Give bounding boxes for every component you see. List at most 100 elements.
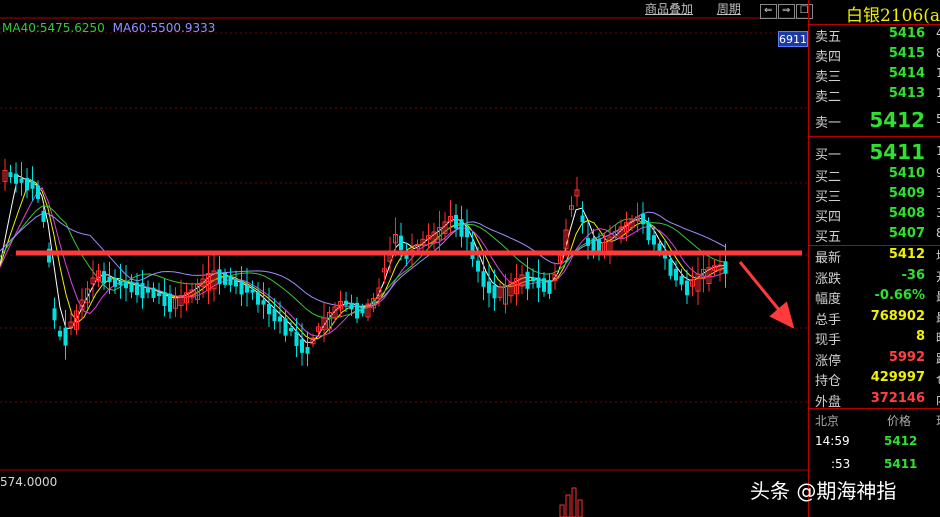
overlay-button[interactable]: 商品叠加 — [645, 2, 693, 16]
stat-value: 8 — [915, 329, 925, 344]
stat-extra: 跌 — [936, 350, 940, 367]
candle-body — [8, 172, 13, 178]
candle-body — [41, 210, 46, 222]
candle-body — [344, 300, 348, 305]
ma40-label: MA40:5475.6250 — [2, 21, 105, 35]
candle-body — [228, 276, 233, 285]
tick-price: 5411 — [884, 457, 918, 471]
ask-volume: 5 — [936, 112, 940, 126]
candle-body — [679, 276, 684, 285]
bid-row-5[interactable]: 买五 5407 8 — [809, 226, 940, 246]
candle-body — [267, 303, 271, 315]
ma-curve — [0, 211, 727, 307]
candle-body — [399, 235, 403, 251]
ask-label: 卖二 — [815, 90, 842, 105]
ask-row-4[interactable]: 卖四 5415 8 — [809, 46, 940, 66]
down-arrow — [738, 261, 795, 329]
stat-value: -36 — [901, 267, 926, 283]
ticks-header-price: 价格 — [887, 414, 912, 428]
stat-row: 涨跌 -36 开 — [809, 268, 940, 288]
volume-bars — [559, 487, 583, 517]
candle-body — [19, 178, 24, 183]
candle-body — [162, 292, 167, 306]
ask-label: 卖四 — [815, 50, 842, 65]
ask-price: 5412 — [869, 108, 925, 132]
ask-price: 5414 — [888, 66, 925, 81]
tick-time: 14:59 — [815, 434, 850, 448]
bid-row-4[interactable]: 买四 5408 3 — [809, 206, 940, 226]
scroll-right-button[interactable]: ⇒ — [777, 4, 795, 19]
stat-label: 现手 — [815, 333, 842, 348]
stat-label: 总手 — [815, 312, 842, 328]
candle-body — [525, 271, 530, 289]
period-button[interactable]: 周期 — [717, 2, 741, 16]
candle-body — [63, 327, 68, 346]
candle-body — [542, 278, 546, 292]
bid-volume: 3 — [936, 206, 940, 220]
candle-body — [256, 292, 260, 305]
candle-body — [58, 330, 62, 337]
ask-label: 卖五 — [815, 30, 842, 45]
candle-body — [685, 280, 689, 296]
stat-label: 外盘 — [815, 394, 842, 410]
ask-row-3[interactable]: 卖三 5414 1 — [809, 66, 940, 86]
stat-label: 幅度 — [815, 292, 842, 307]
bid-volume: 9 — [936, 166, 940, 180]
candlestick-chart[interactable] — [0, 0, 808, 517]
stat-row: 持仓 429997 仓 — [809, 370, 940, 390]
stat-extra: 昨 — [936, 329, 940, 346]
bid-row-2[interactable]: 买二 5410 9 — [809, 166, 940, 186]
moving-averages — [0, 174, 727, 343]
stat-row: 总手 768902 最 — [809, 309, 940, 329]
candle-body — [52, 308, 57, 321]
candle-body — [283, 318, 288, 336]
candle-body — [250, 289, 255, 293]
bid-row-1[interactable]: 买一 5411 1 — [809, 140, 940, 166]
candle-body — [465, 226, 469, 238]
ask-row-1[interactable]: 卖一 5412 5 — [809, 108, 940, 134]
candle-body — [586, 237, 590, 246]
ask-volume: 4 — [936, 26, 940, 40]
ask-row-5[interactable]: 卖五 5416 4 — [809, 26, 940, 46]
candle-body — [470, 241, 475, 259]
candle-body — [14, 173, 18, 184]
candle-body — [481, 271, 486, 287]
stat-row: 幅度 -0.66% 最 — [809, 288, 940, 308]
candle-body — [459, 219, 464, 237]
stat-extra: 开 — [936, 268, 940, 285]
ask-label: 卖一 — [815, 116, 842, 131]
candle-body — [129, 281, 134, 293]
candle-body — [300, 339, 304, 353]
candle-body — [146, 287, 150, 293]
candle-body — [454, 214, 458, 229]
candle-body — [294, 331, 299, 347]
candle-body — [261, 300, 266, 305]
candle-body — [652, 235, 656, 245]
stat-extra: 内 — [936, 391, 940, 408]
stat-value: 372146 — [870, 390, 925, 406]
bid-row-3[interactable]: 买三 5409 3 — [809, 186, 940, 206]
bid-price: 5409 — [888, 186, 925, 201]
stat-extra: 最 — [936, 309, 940, 326]
stat-label: 涨跌 — [815, 271, 842, 287]
ma-curve — [0, 174, 727, 343]
candle-body — [151, 287, 156, 298]
scroll-left-button[interactable]: ⇐ — [759, 4, 777, 19]
candle-body — [135, 282, 139, 296]
candle-body — [355, 302, 359, 319]
ma-legend: MA40:5475.6250 MA60:5500.9333 — [2, 21, 215, 35]
candle-body — [349, 302, 354, 310]
ticks-header-time: 北京 — [815, 414, 840, 428]
stat-row: 现手 8昨 — [809, 329, 940, 349]
ask-row-2[interactable]: 卖二 5413 1 — [809, 86, 940, 106]
ask-price: 5416 — [888, 26, 925, 41]
ask-label: 卖三 — [815, 70, 842, 85]
candle-body — [591, 238, 596, 251]
bid-label: 买三 — [815, 190, 842, 205]
candle-body — [289, 327, 293, 332]
tick-price: 5412 — [884, 434, 918, 448]
candle-body — [641, 213, 645, 225]
candle-body — [547, 280, 552, 294]
candle-body — [646, 222, 651, 241]
stat-value: 5992 — [888, 349, 925, 365]
